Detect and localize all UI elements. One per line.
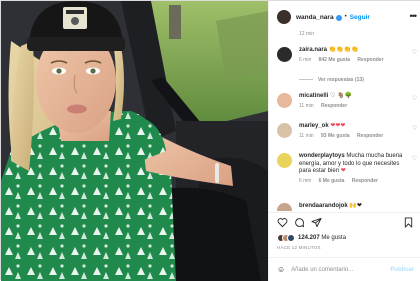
heart-icon[interactable] [277, 217, 288, 228]
comment-likes[interactable]: 93 Me gusta [321, 133, 350, 139]
comment-username[interactable]: wonderplaytoys [299, 153, 345, 159]
comment-heart-icon[interactable]: ♡ [412, 125, 417, 132]
comment-likes[interactable]: 6 Me gusta [319, 178, 345, 184]
reply-button[interactable]: Responder [357, 133, 383, 139]
verified-badge-icon [335, 14, 342, 21]
liker-avatar [287, 234, 295, 242]
action-bar [269, 212, 420, 232]
comment-username[interactable]: micatinelli [299, 93, 328, 99]
comment-username[interactable]: marley_ok [299, 123, 329, 129]
bookmark-icon[interactable] [403, 217, 414, 228]
avatar[interactable] [277, 203, 292, 211]
comment-text: 🙌❤ [349, 203, 362, 209]
add-comment-bar: ☺ Añade un comentario... Publicar [269, 257, 420, 281]
comment-text: 👏👏👏👏 [328, 47, 359, 53]
likes-summary[interactable]: 124.207 Me gusta [277, 232, 346, 244]
selfie-image [1, 1, 268, 281]
replies-line [299, 79, 313, 81]
comment-likes[interactable]: 842 Me gusta [319, 57, 350, 63]
comment-username[interactable]: brendaarandojok [299, 203, 348, 209]
follow-button[interactable]: Seguir [350, 14, 370, 21]
comment-heart-icon[interactable]: ♡ [412, 95, 417, 102]
comment-time: 11 min [299, 132, 314, 139]
comment-time: 6 min [299, 177, 312, 184]
share-icon[interactable] [311, 217, 322, 228]
comment-username[interactable]: zaira.nara [299, 47, 327, 53]
comment-input[interactable]: Añade un comentario... [291, 267, 390, 273]
avatar[interactable] [277, 153, 292, 168]
post-timestamp: HACE 12 MINUTOS [277, 245, 321, 250]
comment-heart-icon[interactable]: ♡ [412, 155, 417, 162]
comment-emoji: ❤ [340, 168, 346, 174]
reply-button[interactable]: Responder [352, 178, 378, 184]
comment-text: ♡ 🐐🌳 [330, 93, 353, 99]
smiley-icon[interactable]: ☺ [277, 265, 285, 274]
instagram-post: wanda_nara • Seguir ••• 12 min zaira.nar… [0, 0, 420, 281]
comment-time: 11 min [299, 102, 314, 109]
caption-time: 12 min [299, 31, 315, 37]
avatar[interactable] [277, 93, 292, 108]
comment-heart-icon[interactable]: ♡ [412, 49, 417, 56]
avatar[interactable] [277, 10, 291, 24]
separator-dot: • [344, 14, 347, 20]
more-dots-icon[interactable]: ••• [410, 11, 418, 21]
reply-button[interactable]: Responder [321, 103, 347, 109]
post-side-panel: wanda_nara • Seguir ••• 12 min zaira.nar… [268, 1, 420, 281]
avatar[interactable] [277, 123, 292, 138]
post-username[interactable]: wanda_nara [296, 14, 334, 21]
post-header: wanda_nara • Seguir ••• [269, 1, 420, 33]
likes-count: 124.207 [298, 235, 320, 241]
comment-icon[interactable] [294, 217, 305, 228]
likes-label: Me gusta [321, 235, 347, 241]
reply-button[interactable]: Responder [357, 57, 383, 63]
post-photo[interactable] [1, 1, 268, 281]
avatar[interactable] [277, 47, 292, 62]
comment-text: ❤❤❤ [330, 123, 346, 129]
comment-time: 6 min [299, 56, 312, 63]
view-replies-button[interactable]: Ver respuestas (13) [299, 77, 364, 83]
comments-list: zaira.nara 👏👏👏👏 6 min 842 Me gusta Respo… [269, 41, 420, 211]
publish-button[interactable]: Publicar [390, 267, 414, 273]
